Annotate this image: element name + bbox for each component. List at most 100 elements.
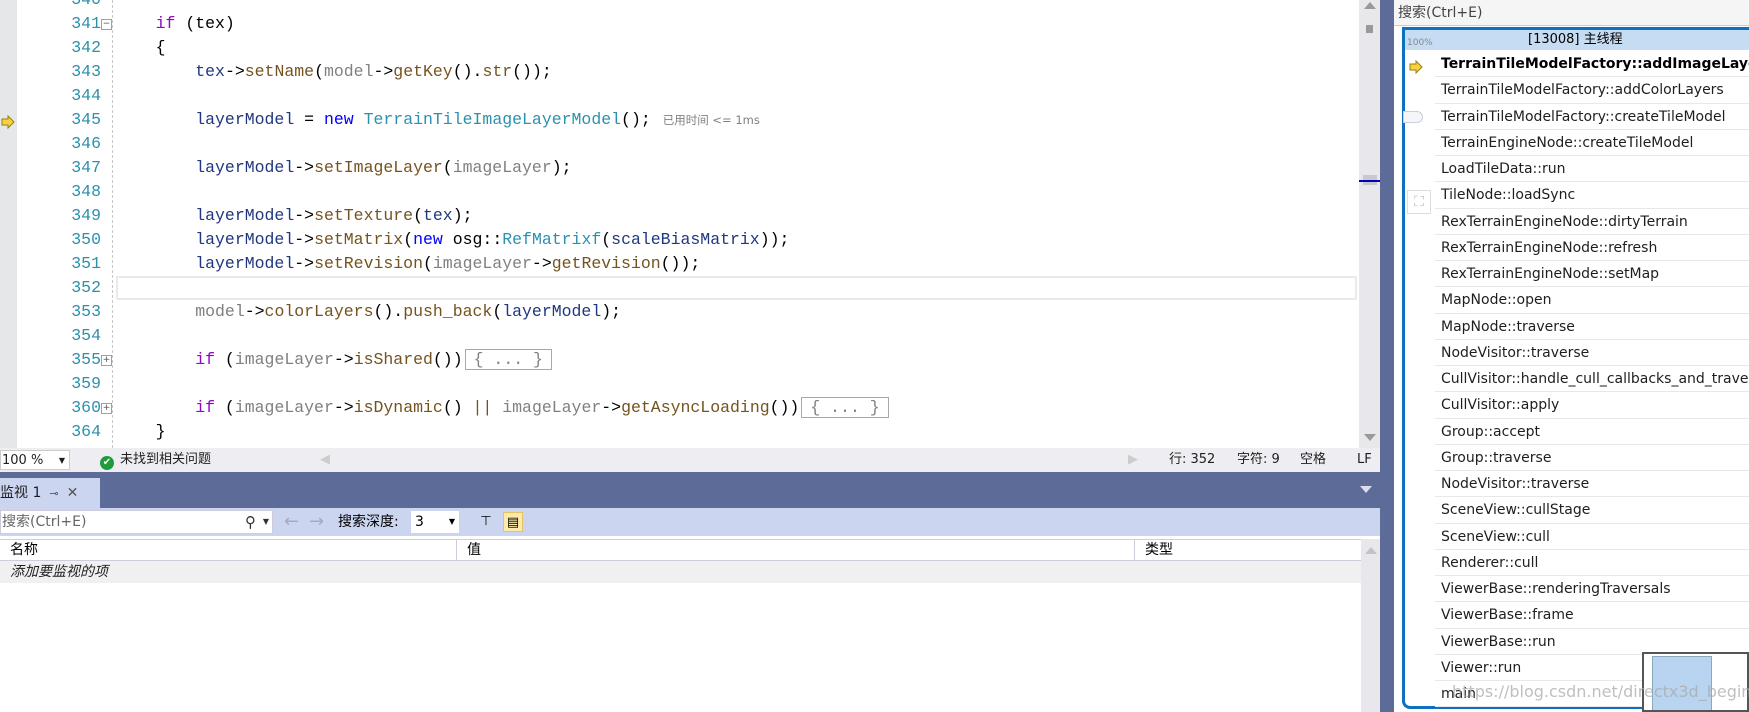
- close-icon[interactable]: ✕: [67, 485, 79, 501]
- stack-frame[interactable]: TileNode::loadSync: [1435, 182, 1749, 209]
- stack-frame[interactable]: ViewerBase::frame: [1435, 602, 1749, 629]
- stack-frame[interactable]: MapNode::open: [1435, 287, 1749, 314]
- search-depth-dropdown[interactable]: 3 ▼: [411, 511, 459, 533]
- back-arrow-icon[interactable]: ←: [284, 508, 299, 536]
- scroll-up-icon[interactable]: [1365, 547, 1377, 554]
- watch-panel: 监视 1 ⊸ ✕ 搜索(Ctrl+E) ⚲ ▼ ← → 搜索深度: 3 ▼ ⊤ ▤ 名称 …: [0, 472, 1380, 712]
- callstack-search-input[interactable]: 搜索(Ctrl+E): [1394, 0, 1749, 26]
- code-line[interactable]: 352: [71, 276, 1357, 300]
- tab-watch-1[interactable]: 监视 1 ⊸ ✕: [0, 478, 100, 508]
- code-token: (: [601, 230, 612, 249]
- stack-frame[interactable]: TerrainTileModelFactory::addImageLayer: [1409, 51, 1749, 78]
- panel-splitter[interactable]: [1380, 0, 1394, 712]
- frame-label: TerrainTileModelFactory::createTileModel: [1441, 108, 1726, 125]
- stack-frame[interactable]: RexTerrainEngineNode::dirtyTerrain: [1435, 209, 1749, 235]
- collapsed-block[interactable]: { ... }: [801, 397, 889, 418]
- code-line[interactable]: 364 }: [0, 420, 1359, 444]
- code-line[interactable]: 360 + if (imageLayer->isDynamic() || imag…: [0, 396, 1359, 420]
- code-editor[interactable]: 340341− if (tex)342 {343 tex->setName(mo…: [0, 0, 1359, 448]
- line-ending-indicator[interactable]: LF: [1357, 448, 1372, 472]
- scroll-right-icon[interactable]: ▶: [1128, 448, 1138, 472]
- issues-indicator[interactable]: ✔ 未找到相关问题: [100, 448, 211, 472]
- hex-display-icon[interactable]: ▤: [503, 512, 523, 532]
- perf-tip[interactable]: 已用时间 <= 1ms: [663, 113, 760, 127]
- code-token: RefMatrixf: [502, 230, 602, 249]
- pin-icon[interactable]: ⊸: [49, 487, 58, 500]
- code-line[interactable]: 342 {: [0, 36, 1359, 60]
- forward-arrow-icon[interactable]: →: [309, 508, 324, 536]
- char-indicator[interactable]: 字符: 9: [1237, 448, 1280, 472]
- code-line[interactable]: 359: [0, 372, 1359, 396]
- frame-label: TerrainTileModelFactory::addImageLayer: [1441, 56, 1749, 72]
- add-watch-item-row[interactable]: 添加要监视的项: [0, 561, 1361, 583]
- stack-frame[interactable]: ViewerBase::run: [1435, 629, 1749, 655]
- watch-search-input[interactable]: 搜索(Ctrl+E) ⚲ ▼: [0, 510, 273, 534]
- editor-vertical-scrollbar[interactable]: [1359, 0, 1380, 448]
- code-line[interactable]: 343 tex->setName(model->getKey().str());: [0, 60, 1359, 84]
- line-number: 347: [71, 158, 101, 177]
- code-token: ->: [294, 230, 315, 249]
- zoom-fit-icon[interactable]: ⛶: [1407, 190, 1431, 214]
- code-token: ();: [621, 110, 651, 129]
- code-line[interactable]: 348: [0, 180, 1359, 204]
- column-name[interactable]: 名称: [0, 540, 457, 561]
- watch-vertical-scrollbar[interactable]: [1361, 539, 1380, 712]
- frame-label: TerrainEngineNode::createTileModel: [1441, 134, 1694, 151]
- parallel-stacks-panel: 搜索(Ctrl+E) 100% [13008] 主线程 TerrainTileMo…: [1394, 0, 1749, 712]
- stack-frame[interactable]: MapNode::traverse: [1435, 314, 1749, 340]
- collapse-icon[interactable]: −: [101, 19, 112, 30]
- stack-frame[interactable]: LoadTileData::run: [1435, 156, 1749, 183]
- chevron-down-icon[interactable]: ▼: [263, 511, 269, 533]
- code-line[interactable]: 345 layerModel = new TerrainTileImageLay…: [0, 108, 1359, 132]
- zoom-dropdown[interactable]: 100 % ▼: [0, 450, 70, 470]
- code-line[interactable]: 340: [0, 0, 1359, 12]
- scroll-down-icon[interactable]: [1364, 434, 1376, 441]
- column-type[interactable]: 类型: [1135, 540, 1361, 561]
- line-indicator[interactable]: 行: 352: [1169, 448, 1215, 472]
- stack-frame[interactable]: TerrainTileModelFactory::addColorLayers: [1435, 77, 1749, 104]
- code-text: layerModel->setRevision(imageLayer->getR…: [116, 252, 700, 276]
- code-line[interactable]: 351 layerModel->setRevision(imageLayer->…: [0, 252, 1359, 276]
- code-token: setTexture: [314, 206, 414, 225]
- panel-menu-icon[interactable]: [1360, 486, 1372, 493]
- code-token: layerModel: [195, 254, 295, 273]
- scroll-thumb[interactable]: [1366, 25, 1373, 33]
- code-token: imageLayer: [234, 350, 334, 369]
- stack-frame[interactable]: RexTerrainEngineNode::refresh: [1435, 235, 1749, 261]
- stack-frame[interactable]: ViewerBase::renderingTraversals: [1435, 576, 1749, 603]
- stack-frame[interactable]: Group::accept: [1435, 419, 1749, 445]
- stack-frame[interactable]: TerrainEngineNode::createTileModel: [1435, 130, 1749, 156]
- collapsed-block[interactable]: { ... }: [464, 349, 552, 370]
- stack-frame[interactable]: SceneView::cull: [1435, 524, 1749, 550]
- code-line[interactable]: 349 layerModel->setTexture(tex);: [0, 204, 1359, 228]
- stack-frame[interactable]: RexTerrainEngineNode::setMap: [1435, 261, 1749, 288]
- column-value[interactable]: 值: [457, 540, 1135, 561]
- chevron-down-icon: ▼: [448, 517, 455, 526]
- stack-frame[interactable]: SceneView::cullStage: [1435, 497, 1749, 524]
- stack-frame[interactable]: Renderer::cull: [1435, 550, 1749, 576]
- code-line[interactable]: 346: [0, 132, 1359, 156]
- expand-icon[interactable]: +: [101, 403, 112, 414]
- code-line[interactable]: 353 model->colorLayers().push_back(layer…: [0, 300, 1359, 324]
- code-line[interactable]: 355 + if (imageLayer->isShared()){ ... }: [0, 348, 1359, 372]
- scroll-up-icon[interactable]: [1364, 2, 1376, 9]
- stack-frame[interactable]: CullVisitor::apply: [1435, 392, 1749, 419]
- code-line[interactable]: 347 layerModel->setImageLayer(imageLayer…: [0, 156, 1359, 180]
- code-token: isDynamic: [353, 398, 443, 417]
- search-icon[interactable]: ⚲: [245, 511, 256, 533]
- code-line[interactable]: 341− if (tex): [0, 12, 1359, 36]
- thread-header[interactable]: 100% [13008] 主线程: [1405, 30, 1749, 50]
- code-line[interactable]: 344: [0, 84, 1359, 108]
- scroll-left-icon[interactable]: ◀: [320, 448, 330, 472]
- stack-frame[interactable]: NodeVisitor::traverse: [1435, 471, 1749, 498]
- frame-label: Viewer::run: [1441, 659, 1522, 676]
- filter-pin-icon[interactable]: ⊤: [476, 512, 496, 532]
- whitespace-indicator[interactable]: 空格: [1300, 448, 1326, 472]
- code-line[interactable]: 354: [0, 324, 1359, 348]
- stack-frame[interactable]: CullVisitor::handle_cull_callbacks_and_t…: [1435, 366, 1749, 393]
- code-line[interactable]: 350 layerModel->setMatrix(new osg::RefMa…: [0, 228, 1359, 252]
- stack-frame[interactable]: NodeVisitor::traverse: [1435, 340, 1749, 366]
- stack-frame[interactable]: TerrainTileModelFactory::createTileModel: [1403, 104, 1749, 130]
- stack-frame[interactable]: Group::traverse: [1435, 445, 1749, 471]
- expand-icon[interactable]: +: [101, 355, 112, 366]
